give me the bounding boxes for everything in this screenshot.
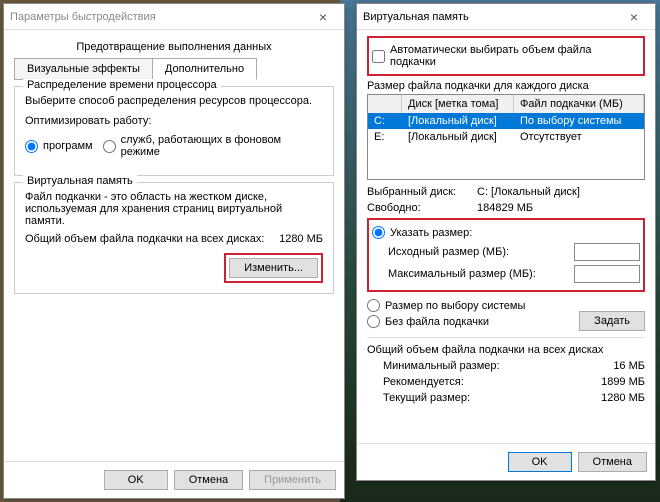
radio-system-managed[interactable]: Размер по выбору системы bbox=[367, 299, 579, 312]
radio-services[interactable]: служб, работающих в фоновом режиме bbox=[103, 134, 323, 158]
virtual-memory-dialog: Виртуальная память × Автоматически выбир… bbox=[356, 3, 656, 481]
set-button[interactable]: Задать bbox=[579, 311, 645, 331]
per-drive-label: Размер файла подкачки для каждого диска bbox=[367, 80, 645, 92]
ok-button[interactable]: OK bbox=[508, 452, 572, 472]
table-row[interactable]: E: [Локальный диск] Отсутствует bbox=[368, 129, 644, 145]
radio-custom-size[interactable]: Указать размер: bbox=[372, 226, 640, 239]
close-icon[interactable]: × bbox=[619, 9, 649, 25]
radio-programs[interactable]: программ bbox=[25, 140, 93, 153]
initial-label: Исходный размер (МБ): bbox=[388, 246, 574, 258]
dep-header: Предотвращение выполнения данных bbox=[14, 36, 334, 58]
free-label: Свободно: bbox=[367, 202, 477, 214]
cancel-button[interactable]: Отмена bbox=[174, 470, 243, 490]
vm-group-label: Виртуальная память bbox=[23, 175, 137, 187]
table-row[interactable]: C: [Локальный диск] По выбору системы bbox=[368, 113, 644, 129]
col-drive: Диск [метка тома] bbox=[402, 95, 514, 113]
min-value: 16 МБ bbox=[613, 360, 645, 372]
sel-drive-label: Выбранный диск: bbox=[367, 186, 477, 198]
vm-total-label: Общий объем файла подкачки на всех диска… bbox=[25, 233, 279, 245]
cur-value: 1280 МБ bbox=[601, 392, 645, 404]
radio-no-pagefile[interactable]: Без файла подкачки bbox=[367, 315, 579, 328]
max-size-input[interactable] bbox=[574, 265, 640, 283]
cancel-button[interactable]: Отмена bbox=[578, 452, 647, 472]
max-label: Максимальный размер (МБ): bbox=[388, 268, 574, 280]
drive-table[interactable]: Диск [метка тома] Файл подкачки (МБ) C: … bbox=[367, 94, 645, 180]
apply-button[interactable]: Применить bbox=[249, 470, 336, 490]
rec-label: Рекомендуется: bbox=[383, 376, 601, 388]
window-title: Параметры быстродействия bbox=[10, 11, 156, 23]
ok-button[interactable]: OK bbox=[104, 470, 168, 490]
col-file: Файл подкачки (МБ) bbox=[514, 95, 644, 113]
cur-label: Текущий размер: bbox=[383, 392, 601, 404]
vm-desc: Файл подкачки - это область на жестком д… bbox=[25, 191, 323, 227]
cpu-group-label: Распределение времени процессора bbox=[23, 79, 221, 91]
vm-group: Виртуальная память Файл подкачки - это о… bbox=[14, 182, 334, 294]
window-title: Виртуальная память bbox=[363, 11, 469, 23]
min-label: Минимальный размер: bbox=[383, 360, 613, 372]
tab-advanced[interactable]: Дополнительно bbox=[152, 58, 257, 80]
total-header: Общий объем файла подкачки на всех диска… bbox=[367, 344, 645, 356]
cpu-desc: Выберите способ распределения ресурсов п… bbox=[25, 95, 323, 107]
cpu-opt-label: Оптимизировать работу: bbox=[25, 115, 323, 127]
cpu-group: Распределение времени процессора Выберит… bbox=[14, 86, 334, 176]
initial-size-input[interactable] bbox=[574, 243, 640, 261]
auto-manage-checkbox[interactable]: Автоматически выбирать объем файла подка… bbox=[372, 44, 640, 68]
change-button[interactable]: Изменить... bbox=[229, 258, 318, 278]
titlebar: Параметры быстродействия × bbox=[4, 4, 344, 30]
performance-options-dialog: Параметры быстродействия × Предотвращени… bbox=[3, 3, 345, 499]
tab-visual-effects[interactable]: Визуальные эффекты bbox=[14, 58, 153, 80]
tabs: Визуальные эффекты Дополнительно bbox=[14, 58, 334, 80]
sel-drive-value: C: [Локальный диск] bbox=[477, 186, 580, 198]
titlebar: Виртуальная память × bbox=[357, 4, 655, 30]
close-icon[interactable]: × bbox=[308, 9, 338, 25]
rec-value: 1899 МБ bbox=[601, 376, 645, 388]
free-value: 184829 МБ bbox=[477, 202, 533, 214]
vm-total-value: 1280 МБ bbox=[279, 233, 323, 245]
